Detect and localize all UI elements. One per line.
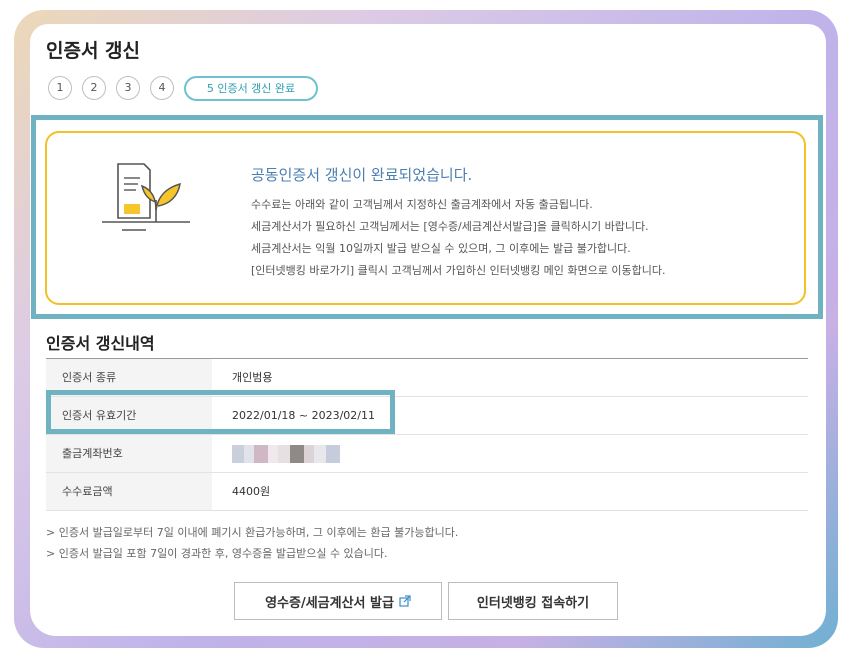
row-label-account: 출금계좌번호 [46, 435, 212, 472]
external-link-icon [399, 595, 411, 607]
note-receipt: > 인증서 발급일 포함 7일이 경과한 후, 영수증을 발급받으실 수 있습니… [46, 547, 388, 560]
receipt-issue-label: 영수증/세금계산서 발급 [265, 595, 394, 611]
row-value-fee: 4400원 [232, 485, 271, 498]
step-3: 3 [116, 76, 140, 100]
row-label-fee: 수수료금액 [46, 473, 212, 510]
document-leaf-icon [102, 163, 190, 231]
step-1: 1 [48, 76, 72, 100]
notice-line-3: 세금계산서는 익월 10일까지 발급 받으실 수 있으며, 그 이후에는 발급 … [251, 242, 631, 255]
notice-line-4: [인터넷뱅킹 바로가기] 클릭시 고객님께서 가입하신 인터넷뱅킹 메인 화면으… [251, 264, 666, 277]
page-title: 인증서 갱신 [46, 40, 141, 62]
masked-account-number [232, 435, 808, 473]
step-5-current: 5 인증서 갱신 완료 [184, 76, 318, 101]
details-table: 인증서 종류 개인범용 인증서 유효기간 2022/01/18 ~ 2023/0… [46, 358, 808, 511]
step-2: 2 [82, 76, 106, 100]
step-4: 4 [150, 76, 174, 100]
note-refund: > 인증서 발급일로부터 7일 이내에 폐기시 환급가능하며, 그 이후에는 환… [46, 526, 459, 539]
notice-line-2: 세금계산서가 필요하신 고객님께서는 [영수증/세금계산서발급]을 클릭하시기 … [251, 220, 649, 233]
highlight-validity [46, 390, 395, 434]
table-row: 출금계좌번호 [46, 435, 808, 473]
notice-title: 공동인증서 갱신이 완료되었습니다. [251, 166, 473, 184]
table-row: 수수료금액 4400원 [46, 473, 808, 511]
internet-banking-label: 인터넷뱅킹 접속하기 [476, 595, 590, 611]
internet-banking-button[interactable]: 인터넷뱅킹 접속하기 [448, 582, 618, 620]
details-title: 인증서 갱신내역 [46, 334, 155, 353]
receipt-issue-button[interactable]: 영수증/세금계산서 발급 [234, 582, 442, 620]
row-value-account [212, 435, 808, 472]
notice-line-1: 수수료는 아래와 같이 고객님께서 지정하신 출금계좌에서 자동 출금됩니다. [251, 198, 593, 211]
